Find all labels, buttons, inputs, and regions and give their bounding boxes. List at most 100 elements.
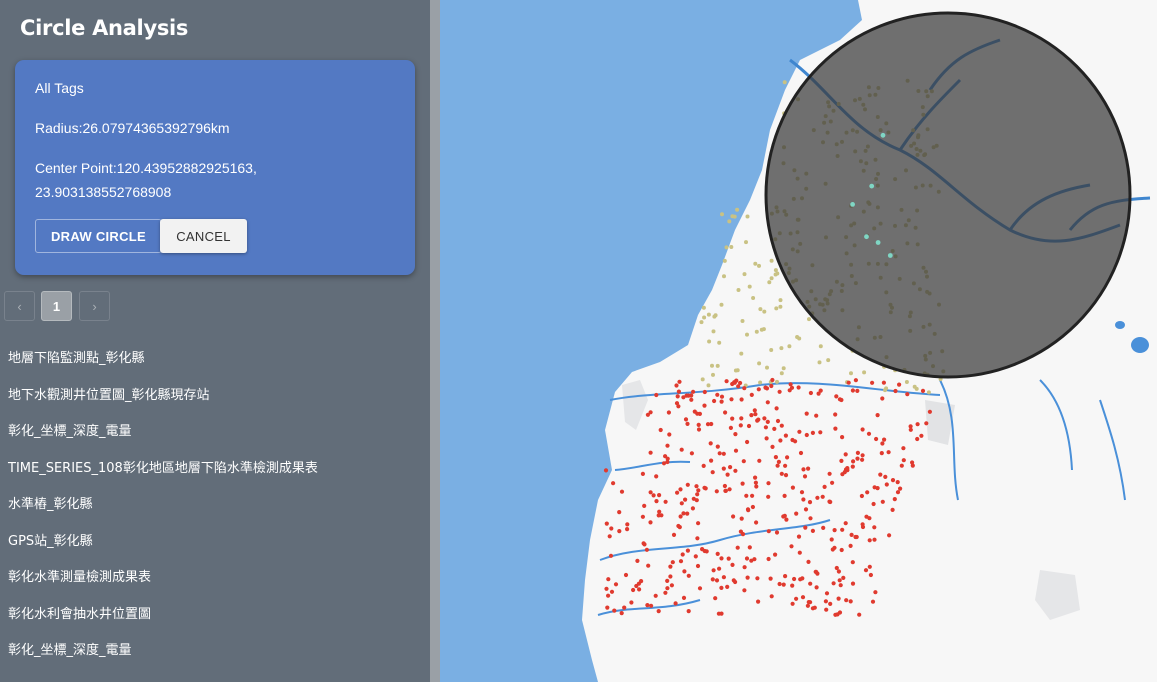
map-point bbox=[670, 560, 675, 565]
map-point bbox=[850, 388, 856, 393]
map-point bbox=[862, 370, 867, 375]
map-point bbox=[719, 302, 724, 307]
map-point bbox=[717, 340, 722, 345]
map-point bbox=[754, 484, 759, 489]
draw-circle-button[interactable]: DRAW CIRCLE bbox=[35, 219, 162, 253]
map-point bbox=[665, 578, 670, 584]
map-point bbox=[908, 424, 913, 429]
map-point bbox=[648, 520, 653, 525]
map-point bbox=[724, 245, 729, 250]
map-point bbox=[729, 397, 734, 402]
map-point bbox=[696, 488, 701, 493]
map-point bbox=[675, 394, 680, 399]
map-point bbox=[805, 603, 811, 608]
map-point bbox=[629, 600, 634, 605]
map-point bbox=[678, 487, 683, 492]
map-point bbox=[831, 581, 836, 586]
map-point bbox=[764, 436, 769, 441]
map-point bbox=[642, 542, 647, 547]
map-point bbox=[667, 432, 672, 437]
map-point bbox=[754, 520, 759, 525]
map-point bbox=[745, 332, 749, 337]
map-point bbox=[753, 475, 758, 480]
map-point bbox=[749, 413, 754, 418]
map-point bbox=[683, 417, 689, 422]
layer-item[interactable]: TIME_SERIES_108彰化地區地層下陷水準檢測成果表 bbox=[8, 457, 318, 476]
layer-item[interactable]: GPS站_彰化縣 bbox=[8, 530, 93, 549]
map-point bbox=[843, 452, 848, 457]
map-point bbox=[828, 601, 833, 607]
map-point bbox=[860, 522, 865, 527]
map-point bbox=[725, 584, 730, 590]
map-point bbox=[890, 478, 896, 483]
map-point bbox=[818, 344, 823, 349]
map-point bbox=[755, 576, 760, 581]
analysis-circle[interactable] bbox=[764, 11, 1132, 379]
map-point bbox=[879, 451, 884, 456]
map-point bbox=[787, 388, 792, 393]
map-point bbox=[817, 360, 822, 365]
map-point bbox=[769, 348, 774, 352]
map-point bbox=[853, 378, 859, 383]
cancel-button[interactable]: CANCEL bbox=[160, 219, 247, 253]
map-point bbox=[839, 547, 844, 553]
map-point bbox=[604, 521, 609, 526]
map-point bbox=[778, 438, 783, 443]
map-point bbox=[844, 598, 849, 603]
map-point bbox=[859, 493, 865, 499]
map-point bbox=[744, 493, 749, 498]
map-point bbox=[895, 490, 901, 495]
map-point bbox=[677, 379, 682, 384]
map-point bbox=[873, 590, 878, 595]
map-point bbox=[606, 593, 611, 598]
map-point bbox=[733, 468, 738, 473]
map-point bbox=[863, 568, 869, 573]
page-1-button[interactable]: 1 bbox=[41, 291, 72, 321]
map-point bbox=[899, 463, 904, 468]
layer-item[interactable]: 彰化水利會抽水井位置圖 bbox=[8, 603, 151, 622]
map-point bbox=[654, 392, 659, 398]
map-point bbox=[866, 431, 872, 436]
map-point bbox=[678, 559, 684, 564]
map-point bbox=[603, 468, 609, 473]
map-point bbox=[673, 601, 678, 606]
map-point bbox=[733, 448, 739, 453]
map-point bbox=[656, 609, 661, 614]
map-point bbox=[686, 573, 691, 578]
map-point bbox=[640, 514, 646, 519]
map-point bbox=[868, 572, 874, 578]
map-point bbox=[855, 450, 861, 455]
map-point bbox=[869, 183, 875, 189]
map-point bbox=[704, 549, 709, 554]
map-point bbox=[796, 385, 801, 390]
map-point bbox=[765, 419, 770, 424]
layer-item[interactable]: 地下水觀測井位置圖_彰化縣現存站 bbox=[8, 384, 210, 403]
next-page-button[interactable]: › bbox=[79, 291, 110, 321]
map-point bbox=[739, 397, 744, 402]
map-point bbox=[893, 388, 898, 394]
map-point bbox=[612, 608, 617, 613]
map-point bbox=[606, 577, 611, 582]
map-point bbox=[768, 576, 773, 581]
map-point bbox=[739, 516, 744, 521]
map-point bbox=[912, 384, 917, 389]
map-point bbox=[774, 306, 779, 311]
map-point bbox=[826, 358, 831, 363]
map-point bbox=[692, 409, 697, 414]
layer-item[interactable]: 地層下陷監測點_彰化縣 bbox=[8, 347, 145, 366]
panel-scrollbar[interactable] bbox=[430, 0, 440, 682]
layer-item[interactable]: 彰化水準測量檢測成果表 bbox=[8, 566, 151, 585]
map-point bbox=[927, 409, 933, 414]
layer-item[interactable]: 彰化_坐標_深度_電量 bbox=[8, 420, 132, 439]
map-point bbox=[711, 372, 715, 377]
prev-page-button[interactable]: ‹ bbox=[4, 291, 35, 321]
panel-title: Circle Analysis bbox=[20, 16, 189, 40]
layer-item[interactable]: 彰化_坐標_深度_電量 bbox=[8, 639, 132, 658]
map-point bbox=[840, 435, 845, 440]
map-point bbox=[729, 245, 734, 249]
map-point bbox=[833, 412, 838, 417]
map-point bbox=[883, 388, 887, 393]
map-point bbox=[803, 525, 808, 530]
layer-item[interactable]: 水準樁_彰化縣 bbox=[8, 493, 93, 512]
map-point bbox=[702, 315, 707, 320]
